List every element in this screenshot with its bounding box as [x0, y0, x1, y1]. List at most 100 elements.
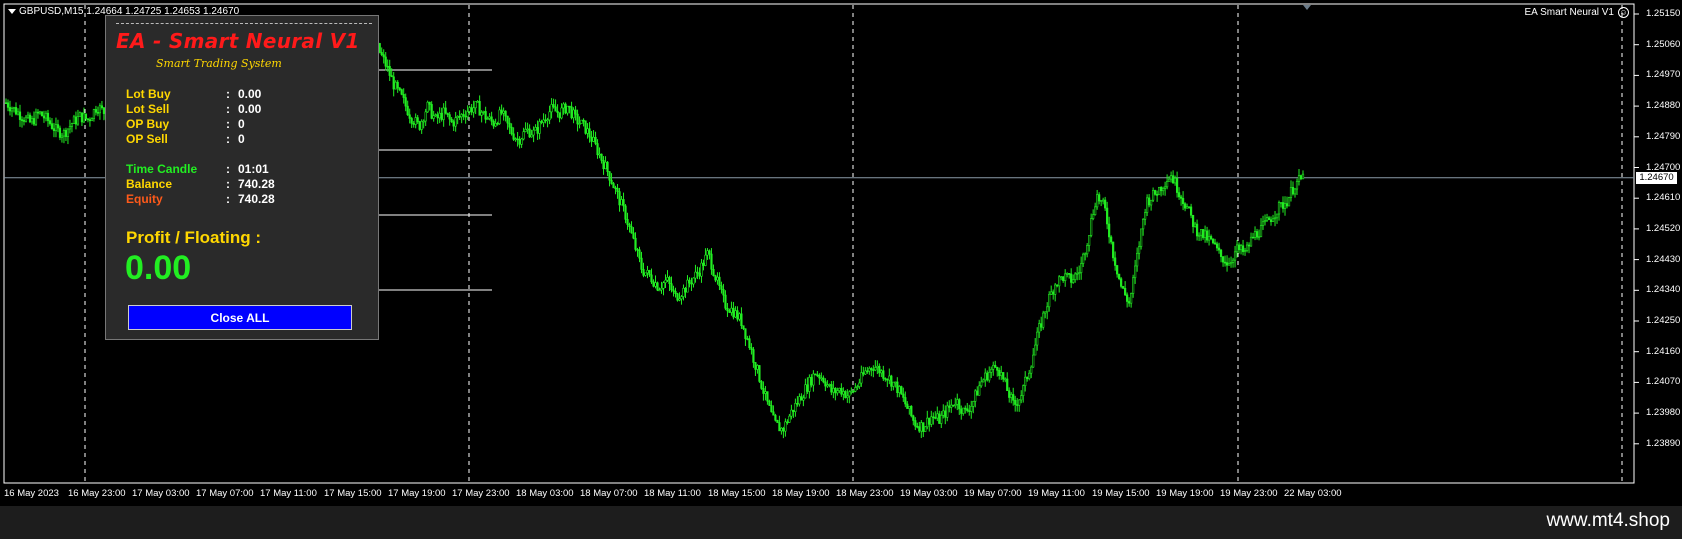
- candle-body: [718, 276, 721, 287]
- candle-body: [812, 373, 815, 386]
- candle-body: [618, 191, 621, 206]
- candle-body: [90, 118, 94, 122]
- candle-body: [684, 287, 687, 293]
- candle-body: [1062, 276, 1065, 281]
- close-all-button[interactable]: Close ALL: [128, 305, 352, 330]
- candle-body: [654, 282, 657, 287]
- price-label: 1.25150: [1646, 8, 1681, 19]
- candle-body: [1275, 213, 1279, 219]
- chart-area[interactable]: GBPUSD,M15 1.24664 1.24725 1.24653 1.246…: [0, 0, 1682, 505]
- candle-body: [1199, 229, 1203, 236]
- candle-body: [926, 417, 929, 428]
- candle-body: [1080, 263, 1083, 273]
- candle-body: [632, 232, 635, 239]
- candle-body: [794, 403, 797, 412]
- candle-body: [922, 422, 925, 432]
- candle-body: [1122, 286, 1125, 289]
- candle-body: [1134, 265, 1137, 279]
- candle-body: [638, 249, 641, 259]
- price-label: 1.24790: [1646, 130, 1681, 142]
- candle-body: [600, 153, 603, 161]
- candle-body: [464, 115, 467, 118]
- info-colon: :: [226, 177, 230, 191]
- candle-body: [668, 277, 671, 284]
- profit-label: Profit / Floating :: [126, 228, 262, 247]
- candle-body: [1102, 199, 1105, 202]
- candle-body: [758, 365, 761, 382]
- candle-body: [896, 381, 899, 393]
- candle-body: [1158, 186, 1161, 196]
- candle-body: [890, 375, 893, 387]
- candle-body: [1142, 218, 1145, 230]
- candle-body: [536, 127, 539, 134]
- candle-body: [1293, 188, 1297, 195]
- candle-body: [524, 129, 527, 132]
- candle-body: [422, 120, 425, 123]
- candle-body: [526, 128, 529, 131]
- candle-body: [1297, 175, 1301, 182]
- candle-body: [1261, 221, 1265, 226]
- candle-body: [952, 404, 955, 407]
- candle-body: [790, 409, 793, 417]
- candle-body: [470, 107, 473, 113]
- chart-menu-icon[interactable]: [8, 8, 16, 14]
- candle-body: [714, 275, 717, 281]
- candle-body: [916, 425, 919, 428]
- candle-body: [670, 283, 673, 291]
- candle-body: [786, 421, 789, 424]
- candle-body: [484, 111, 487, 120]
- candle-body: [808, 376, 811, 392]
- candle-body: [444, 107, 447, 114]
- candle-body: [918, 426, 921, 432]
- candle-body: [764, 391, 767, 394]
- candle-body: [1191, 214, 1195, 227]
- candle-body: [1068, 273, 1071, 275]
- candle-body: [448, 114, 451, 120]
- candle-body: [740, 313, 743, 326]
- candle-body: [1241, 245, 1245, 252]
- candle-body: [680, 296, 683, 300]
- candle-body: [960, 408, 963, 414]
- candle-body: [900, 386, 903, 395]
- candle-body: [60, 135, 64, 138]
- candle-body: [792, 409, 795, 412]
- time-label: 19 May 19:00: [1156, 488, 1214, 499]
- shift-marker-icon: [1303, 5, 1311, 10]
- info-key: OP Sell: [126, 132, 168, 146]
- candle-body: [1259, 225, 1263, 238]
- candle-body: [648, 270, 651, 276]
- candle-body: [958, 399, 961, 410]
- candle-body: [70, 123, 74, 127]
- candle-body: [1042, 312, 1045, 328]
- candle-body: [1235, 244, 1239, 253]
- candle-body: [406, 105, 409, 116]
- candle-body: [54, 124, 58, 132]
- candle-body: [8, 107, 12, 112]
- candle-body: [562, 103, 565, 109]
- candle-body: [446, 112, 449, 115]
- candle-body: [564, 103, 567, 114]
- candle-body: [1279, 202, 1283, 204]
- candle-body: [1207, 236, 1211, 241]
- candle-body: [98, 105, 102, 114]
- candle-body: [976, 390, 979, 396]
- candle-body: [1205, 230, 1209, 241]
- candle-body: [392, 76, 395, 90]
- ea-panel[interactable]: EA - Smart Neural V1 Smart Trading Syste…: [105, 15, 379, 340]
- candle-body: [666, 277, 669, 281]
- info-row: Lot Buy:0.00: [126, 87, 261, 101]
- candle-body: [710, 253, 713, 270]
- price-label: 1.23890: [1646, 437, 1681, 449]
- candle-body: [1195, 223, 1199, 237]
- price-label: 1.23980: [1646, 407, 1681, 419]
- candle-body: [4, 102, 8, 104]
- candle-body: [468, 107, 471, 112]
- candle-body: [58, 127, 62, 138]
- candle-body: [612, 183, 615, 189]
- candle-body: [1231, 259, 1235, 263]
- candle-body: [1166, 181, 1169, 188]
- candle-body: [516, 138, 519, 141]
- time-label: 19 May 11:00: [1028, 488, 1085, 499]
- candle-body: [962, 407, 965, 414]
- candle-body: [556, 110, 559, 113]
